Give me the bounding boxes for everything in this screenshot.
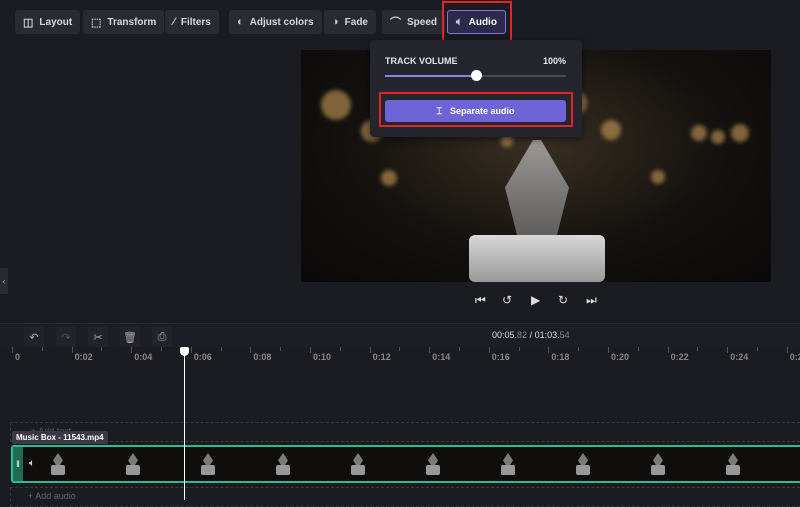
- filters-icon: ⁄: [173, 16, 175, 28]
- ruler-minor-tick: [757, 347, 758, 351]
- ruler-minor-tick: [101, 347, 103, 351]
- tab-filters[interactable]: ⁄ Filters: [165, 10, 219, 34]
- ruler-tick: [190, 347, 192, 353]
- clip-thumbnail: [501, 453, 515, 479]
- timeline-toolbar: ↶ ↷ ✂ 🗑︎ ⎙: [0, 323, 800, 347]
- ruler-label: 0:12: [372, 352, 391, 362]
- ruler-minor-tick: [637, 347, 639, 351]
- ruler-tick: [608, 347, 609, 353]
- clip-thumbnail: [126, 453, 140, 479]
- ruler-label: 0:22: [670, 352, 689, 362]
- ruler-label: 0:16: [491, 352, 510, 362]
- redo-button[interactable]: ↷: [56, 327, 76, 347]
- layout-icon: ◫: [23, 16, 34, 29]
- tab-transform[interactable]: ⬚ Transform: [83, 10, 165, 34]
- bokeh-light: [321, 90, 351, 120]
- bokeh-light: [711, 130, 725, 144]
- speed-icon: ⌒: [390, 17, 401, 29]
- ruler-minor-tick: [518, 347, 520, 351]
- ruler-tick: [250, 347, 252, 353]
- ruler-minor-tick: [578, 347, 580, 351]
- tab-speed[interactable]: ⌒ Speed: [382, 10, 446, 34]
- bokeh-light: [651, 170, 665, 184]
- video-clip[interactable]: ‖ 🔈︎: [11, 445, 800, 483]
- ruler-minor-tick: [399, 347, 401, 351]
- ruler-label: 0:24: [730, 352, 749, 362]
- highlight-audio-tab: [442, 1, 512, 44]
- delete-button[interactable]: 🗑︎: [120, 327, 140, 347]
- undo-button[interactable]: ↶: [24, 327, 44, 347]
- collapse-panel-button[interactable]: ‹: [0, 268, 8, 294]
- ruler-label: 0:02: [74, 352, 93, 362]
- ruler-minor-tick: [220, 347, 222, 351]
- timecode: 00:05.82 / 01:03.54: [492, 330, 570, 340]
- forward-5-icon[interactable]: ↻: [558, 293, 568, 307]
- ruler-minor-tick: [280, 347, 282, 351]
- ruler-minor-tick: [161, 347, 162, 351]
- skip-forward-icon[interactable]: ⏭: [586, 293, 597, 308]
- detach-button[interactable]: ⎙: [152, 327, 172, 347]
- ruler-label: 0:26: [789, 352, 800, 362]
- bokeh-light: [731, 124, 749, 142]
- play-icon[interactable]: ▶: [531, 293, 540, 307]
- tab-layout[interactable]: ◫ Layout: [15, 10, 81, 34]
- ruler-tick: [667, 347, 669, 353]
- highlight-separate-audio: [379, 92, 573, 127]
- ruler-tick: [548, 347, 550, 353]
- tab-adjust-colors[interactable]: ◐ Adjust colors: [229, 10, 322, 34]
- timeline-ruler[interactable]: 0 0:02 0:04 0:06 0:08 0:10 0:12 0:14 0:16 0:18 0:2…: [0, 347, 800, 367]
- ruler-tick: [488, 347, 490, 353]
- ruler-label: 0:08: [253, 352, 272, 362]
- track-volume-value: 100%: [542, 56, 566, 66]
- clip-thumbnail: [201, 453, 215, 479]
- track-volume-slider[interactable]: [385, 70, 566, 81]
- skip-back-icon[interactable]: ⏮: [475, 293, 486, 308]
- ruler-label: 0:18: [551, 352, 570, 362]
- ruler-minor-tick: [459, 347, 460, 351]
- playhead-handle[interactable]: [180, 347, 189, 356]
- ruler-tick: [310, 347, 311, 353]
- ruler-tick: [727, 347, 729, 353]
- slider-knob[interactable]: [470, 70, 482, 81]
- clip-thumbnail: [276, 453, 290, 479]
- ruler-label: 0: [15, 352, 21, 362]
- add-text-track[interactable]: + Add text: [10, 422, 800, 442]
- clip-thumbnail: [726, 453, 740, 479]
- playhead[interactable]: [184, 347, 185, 500]
- ruler-tick: [369, 347, 371, 353]
- clip-thumbnail: [351, 453, 365, 479]
- clip-audio-icon: 🔈︎: [29, 458, 35, 469]
- clip-thumbnail: [651, 453, 665, 479]
- adjust-colors-icon: ◐: [237, 16, 244, 28]
- bokeh-light: [601, 120, 621, 140]
- clip-thumbnail: [426, 453, 440, 479]
- clip-name: Music Box - 11543.mp4: [12, 431, 108, 444]
- ruler-tick: [786, 347, 788, 353]
- add-audio-track[interactable]: [10, 487, 800, 507]
- cut-button[interactable]: ✂: [88, 327, 108, 347]
- ruler-tick: [12, 347, 13, 353]
- ruler-tick: [131, 347, 133, 353]
- clip-thumbnail: [51, 453, 65, 479]
- track-volume-label: TRACK VOLUME: [385, 56, 458, 66]
- ruler-tick: [71, 347, 73, 353]
- rewind-5-icon[interactable]: ↺: [502, 293, 512, 307]
- ruler-label: 0:14: [432, 352, 451, 362]
- fade-icon: ◑: [332, 16, 339, 28]
- clip-thumbnail: [576, 453, 590, 479]
- clip-trim-handle[interactable]: ‖: [13, 447, 23, 481]
- ruler-label: 0:04: [134, 352, 153, 362]
- ruler-minor-tick: [41, 347, 43, 351]
- ruler-label: 0:06: [193, 352, 212, 362]
- transform-icon: ⬚: [91, 16, 102, 29]
- ruler-label: 0:20: [611, 352, 630, 362]
- ruler-minor-tick: [339, 347, 341, 351]
- bokeh-light: [381, 170, 397, 186]
- ruler-tick: [429, 347, 431, 353]
- tab-fade[interactable]: ◑ Fade: [324, 10, 376, 34]
- bokeh-light: [691, 125, 707, 141]
- ruler-label: 0:10: [313, 352, 332, 362]
- ruler-minor-tick: [697, 347, 699, 351]
- music-box-image: [469, 140, 605, 282]
